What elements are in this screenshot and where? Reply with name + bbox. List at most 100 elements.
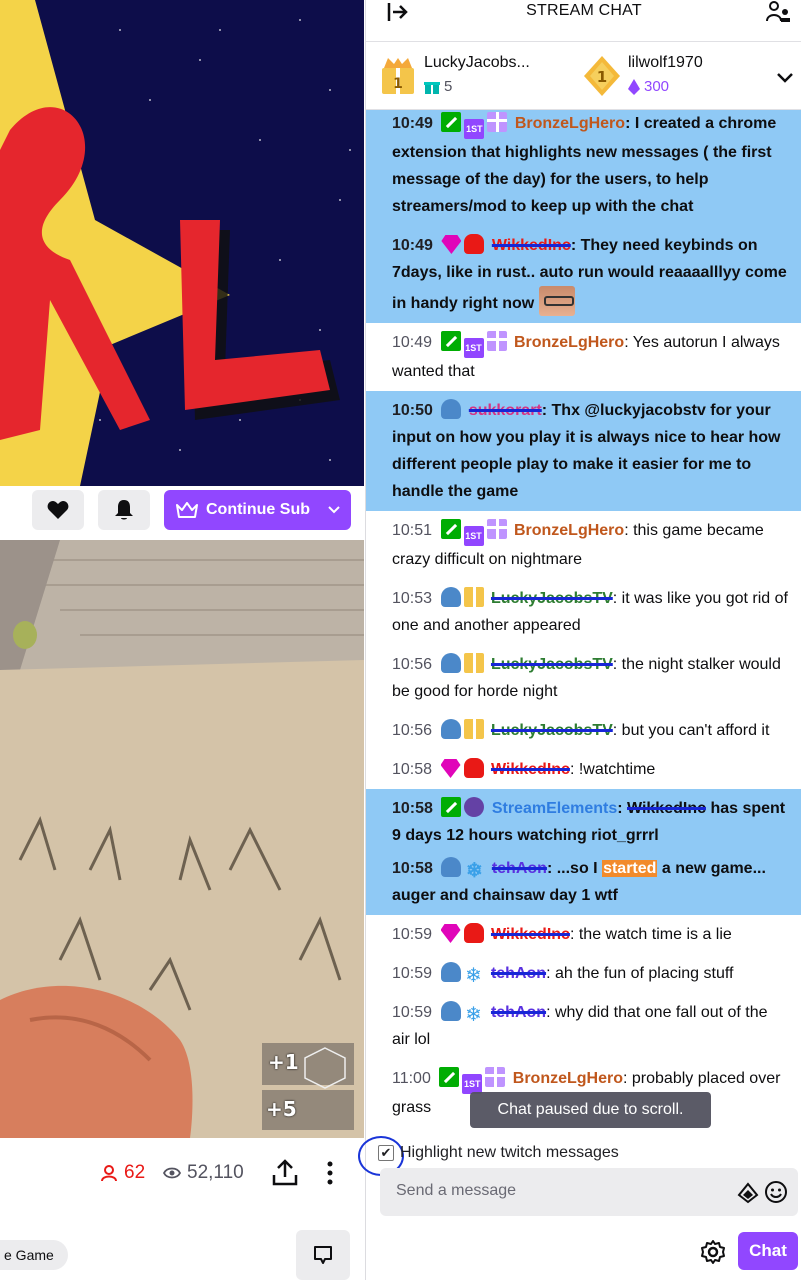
chat-message[interactable]: 10:56 LuckyJacobsTV: the night stalker w… xyxy=(366,645,801,711)
notifications-button[interactable] xyxy=(98,490,150,530)
bell-icon xyxy=(115,500,133,520)
chat-username[interactable]: tehAon xyxy=(492,860,547,877)
owl-badge-icon xyxy=(440,719,461,739)
chat-username[interactable]: sukkorart xyxy=(469,402,542,419)
category-tag[interactable]: e Game xyxy=(0,1240,68,1270)
crown-icon xyxy=(176,502,198,518)
verified-bot-badge-icon xyxy=(464,797,485,817)
snowflake-badge-icon: ❄ xyxy=(465,1004,482,1026)
chat-username[interactable]: LuckyJacobsTV xyxy=(491,722,613,739)
more-options-icon[interactable] xyxy=(320,1158,340,1188)
chat-message[interactable]: 10:53 LuckyJacobsTV: it was like you got… xyxy=(366,579,801,645)
gold-gift-badge-icon xyxy=(463,587,484,607)
chat-message[interactable]: 10:58 WikkedInc: !watchtime xyxy=(366,750,801,789)
chat-input[interactable]: Send a message xyxy=(380,1168,798,1216)
continue-sub-label: Continue Sub xyxy=(206,501,310,518)
chat-paused-notice[interactable]: Chat paused due to scroll. xyxy=(470,1092,711,1128)
community-icon[interactable] xyxy=(766,0,792,24)
follow-button[interactable] xyxy=(32,490,84,530)
highlight-label: Highlight new twitch messages xyxy=(400,1144,619,1161)
eye-icon xyxy=(163,1167,181,1179)
chat-toggle-button[interactable] xyxy=(296,1230,350,1280)
emoji-picker-icon[interactable] xyxy=(764,1180,788,1204)
channel-banner xyxy=(0,0,364,486)
gift-leaderboard: 1 LuckyJacobs... 5 1 lilwolf1970 300 xyxy=(366,44,801,110)
heart-icon xyxy=(47,501,69,519)
gift-badge-icon xyxy=(487,112,508,132)
channel-actions: Continue Sub xyxy=(0,486,364,538)
moderator-badge-icon xyxy=(441,112,462,132)
gift-icon xyxy=(424,81,440,94)
hud-counter-bottom: +5 xyxy=(266,1097,297,1121)
vip-badge-icon xyxy=(440,759,461,778)
chat-username[interactable]: WikkedInc xyxy=(491,926,570,943)
chat-username[interactable]: tehAon xyxy=(491,965,546,982)
chat-header: STREAM CHAT xyxy=(366,0,801,42)
share-icon[interactable] xyxy=(270,1158,300,1188)
moderator-badge-icon xyxy=(440,519,461,539)
chat-text: but you can't afford it xyxy=(621,722,770,739)
chat-username[interactable]: WikkedInc xyxy=(491,761,570,778)
top-cheerer[interactable]: 1 lilwolf1970 300 xyxy=(582,52,772,102)
svg-text:1: 1 xyxy=(393,76,403,92)
chat-text: ah the fun of placing stuff xyxy=(554,965,734,982)
chat-title: STREAM CHAT xyxy=(526,2,642,19)
continue-sub-button[interactable]: Continue Sub xyxy=(164,490,351,530)
chat-message[interactable]: 10:58 StreamElements: WikkedInc has spen… xyxy=(366,789,801,855)
video-player[interactable]: +1 +5 xyxy=(0,540,364,1138)
chat-message[interactable]: 10:59 ❄ tehAon: ah the fun of placing st… xyxy=(366,954,801,993)
chat-message[interactable]: 10:50 sukkorart: Thx @luckyjacobstv for … xyxy=(366,391,801,511)
chat-message[interactable]: 10:51 1ST BronzeLgHero: this game became… xyxy=(366,511,801,579)
chat-username[interactable]: BronzeLgHero xyxy=(514,522,624,539)
chat-username[interactable]: BronzeLgHero xyxy=(513,1070,623,1087)
chat-message[interactable]: 10:49 WikkedInc: They need keybinds on 7… xyxy=(366,226,801,323)
highlight-option[interactable]: ✔ Highlight new twitch messages xyxy=(378,1140,619,1166)
chat-username[interactable]: WikkedInc xyxy=(492,237,571,254)
hud-counter-top: +1 xyxy=(268,1050,299,1074)
top-gifter-count: 5 xyxy=(424,78,452,95)
gift-crown-icon: 1 xyxy=(382,58,414,94)
moderator-badge-icon xyxy=(440,331,461,351)
chat-text: !watchtime xyxy=(578,761,656,778)
owl-badge-icon xyxy=(440,1001,461,1021)
svg-text:1: 1 xyxy=(597,68,607,86)
chat-username[interactable]: LuckyJacobsTV xyxy=(491,656,613,673)
chat-message[interactable]: 10:58 ❄ tehAon: ...so I started a new ga… xyxy=(366,849,801,915)
chat-message[interactable]: 10:59 ❄ tehAon: why did that one fall ou… xyxy=(366,993,801,1059)
chat-text: the watch time is a lie xyxy=(578,926,732,943)
chat-input-placeholder: Send a message xyxy=(396,1182,517,1199)
rooster-badge-icon xyxy=(463,758,484,778)
bits-icon[interactable] xyxy=(737,1182,759,1204)
chat-bubble-icon xyxy=(314,1246,332,1264)
first-message-badge-icon: 1ST xyxy=(463,338,484,358)
stream-chat: STREAM CHAT 1 LuckyJacobs... 5 1 lilwolf… xyxy=(358,0,801,1280)
expand-leaderboard-icon[interactable] xyxy=(774,66,796,88)
vip-badge-icon xyxy=(441,235,462,254)
chat-username[interactable]: BronzeLgHero xyxy=(514,334,624,351)
chat-username[interactable]: BronzeLgHero xyxy=(515,115,625,132)
chat-username[interactable]: LuckyJacobsTV xyxy=(491,590,613,607)
chat-message-list[interactable]: 10:49 1ST BronzeLgHero: I created a chro… xyxy=(366,110,801,1135)
rooster-badge-icon xyxy=(464,234,485,254)
top-gifter-name: LuckyJacobs... xyxy=(424,54,530,71)
chat-message[interactable]: 10:59 WikkedInc: the watch time is a lie xyxy=(366,915,801,954)
person-icon xyxy=(101,1165,117,1182)
chat-message[interactable]: 10:56 LuckyJacobsTV: but you can't affor… xyxy=(366,711,801,750)
chat-username[interactable]: StreamElements xyxy=(492,800,617,817)
top-cheerer-name: lilwolf1970 xyxy=(628,54,703,71)
chat-message[interactable]: 10:49 1ST BronzeLgHero: Yes autorun I al… xyxy=(366,323,801,391)
chat-username[interactable]: tehAon xyxy=(491,1004,546,1021)
top-gifter[interactable]: 1 LuckyJacobs... 5 xyxy=(378,52,558,102)
stream-stats: 62 52,110 xyxy=(0,1140,364,1210)
chat-message[interactable]: 10:49 1ST BronzeLgHero: I created a chro… xyxy=(366,110,801,226)
gift-badge-icon xyxy=(486,331,507,351)
owl-badge-icon xyxy=(441,857,462,877)
snowflake-badge-icon: ❄ xyxy=(465,860,483,882)
highlight-checkbox[interactable]: ✔ xyxy=(378,1145,394,1161)
stream-pane: Continue Sub +1 +5 62 52,110 e Game xyxy=(0,0,364,1280)
gear-icon[interactable] xyxy=(700,1239,726,1265)
bits-icon xyxy=(628,78,640,95)
send-chat-button[interactable]: Chat xyxy=(738,1232,798,1270)
first-message-badge-icon: 1ST xyxy=(463,526,484,546)
viewer-count: 62 xyxy=(100,1162,145,1184)
